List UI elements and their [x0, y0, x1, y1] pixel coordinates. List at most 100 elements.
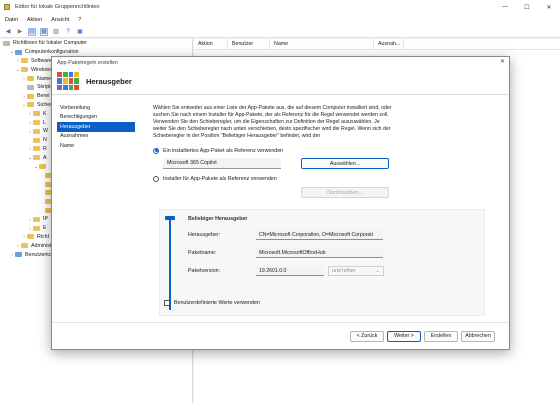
package-name-row: Paketname: Microsoft.MicrosoftOfficeHub: [188, 248, 383, 258]
tree-item-label: Software: [31, 57, 52, 64]
folder-icon: [27, 76, 34, 82]
dialog-header: Herausgeber: [52, 68, 509, 95]
column-aktion[interactable]: Aktion: [194, 38, 228, 50]
step-vorbereitung[interactable]: Vorbereitung: [57, 103, 135, 113]
export-list-icon[interactable]: ▥: [52, 28, 60, 36]
back-button[interactable]: < Zurück: [350, 330, 384, 342]
computer-icon: [15, 49, 22, 55]
tree-item-label: Windows: [31, 66, 53, 73]
menu-ansicht[interactable]: Ansicht: [51, 17, 69, 23]
back-arrow-icon[interactable]: ◀: [4, 28, 12, 36]
radio-installer-label: Installer für App-Pakete als Referenz ve…: [163, 175, 277, 182]
slider-fill: [169, 218, 171, 310]
wizard-icon: [57, 72, 79, 90]
close-icon[interactable]: ✕: [500, 58, 505, 65]
publisher-label: Herausgeber:: [188, 232, 221, 238]
folder-icon: [21, 58, 28, 64]
radio-installer[interactable]: Installer für App-Pakete als Referenz ve…: [153, 174, 497, 183]
select-button[interactable]: Auswählen...: [301, 158, 389, 169]
forward-arrow-icon[interactable]: ▶: [16, 28, 24, 36]
tree-item-label: Name: [37, 75, 52, 82]
tree-item-label: W: [43, 128, 48, 135]
cancel-button[interactable]: Abbrechen: [461, 330, 495, 342]
maximize-icon[interactable]: ☐: [516, 0, 538, 14]
folder-icon: [27, 93, 34, 99]
browse-button[interactable]: Durchsuchen...: [301, 187, 389, 198]
menu-help[interactable]: ?: [78, 17, 81, 23]
folder-icon: [33, 216, 40, 222]
next-button[interactable]: Weiter >: [387, 330, 421, 342]
tree-item-label: Richt: [37, 233, 50, 240]
publisher-field: CN=Microsoft Corporation, O=Microsoft Co…: [256, 230, 383, 240]
window-title: Editor für lokale Gruppenrichtlinien: [15, 4, 100, 10]
folder-icon: [27, 84, 34, 90]
step-berechtigungen[interactable]: Berechtigungen: [57, 113, 135, 123]
title-bar: Editor für lokale Gruppenrichtlinien — ☐…: [0, 0, 560, 14]
browse-row: Durchsuchen...: [301, 187, 497, 198]
dialog-footer: < Zurück Weiter > Erstellen Abbrechen: [52, 322, 509, 349]
tree-item-label: A: [43, 154, 47, 161]
slider-level-label: Beliebiger Herausgeber: [188, 216, 248, 222]
tree-item-label: K: [43, 110, 47, 117]
up-folder-icon[interactable]: ▤: [28, 27, 36, 36]
folder-icon: [27, 102, 34, 108]
custom-values-label: Benutzerdefinierte Werte verwenden: [174, 300, 260, 306]
tree-item-label: Sicher: [37, 101, 53, 108]
properties-icon[interactable]: ▣: [76, 28, 84, 36]
wizard-content: Wählen Sie entweder aus einer Liste der …: [153, 105, 497, 198]
folder-icon: [33, 225, 40, 231]
step-name[interactable]: Name: [57, 141, 135, 151]
custom-values-checkbox[interactable]: [164, 300, 170, 306]
folder-icon: [27, 234, 34, 240]
tree-item-label: Computerkonfiguration: [25, 49, 79, 56]
folder-icon: [21, 67, 28, 73]
package-name-label: Paketname:: [188, 250, 217, 256]
folder-icon: [33, 128, 40, 134]
dialog-title: App-Paketregeln erstellen: [57, 59, 118, 66]
tree-root[interactable]: Richtlinien für lokaler Computer: [0, 39, 192, 48]
tree-item-label: E: [43, 225, 47, 232]
tree-item-label: Administ: [31, 242, 52, 249]
step-herausgeber[interactable]: Herausgeber: [57, 122, 135, 132]
rule-wizard-dialog: App-Paketregeln erstellen ✕ Herausgeber …: [51, 56, 510, 350]
folder-icon: [33, 111, 40, 117]
menu-aktion[interactable]: Aktion: [27, 17, 42, 23]
list-header: Aktion Benutzer Name Ausnah...: [194, 38, 560, 50]
show-hide-tree-icon[interactable]: ▦: [40, 27, 48, 36]
tree-item-label: L: [43, 119, 46, 126]
radio-selected-icon[interactable]: [153, 147, 159, 154]
column-name[interactable]: Name: [270, 38, 374, 50]
minimize-icon[interactable]: —: [494, 0, 516, 14]
column-ausnahmen[interactable]: Ausnah...: [374, 38, 404, 50]
tree-item-label: IP: [43, 216, 49, 223]
column-benutzer[interactable]: Benutzer: [228, 38, 270, 50]
dialog-title-bar: App-Paketregeln erstellen ✕: [52, 57, 509, 68]
folder-icon: [33, 137, 40, 143]
tree-item-label: R: [43, 145, 47, 152]
package-version-label: Paketversion:: [188, 268, 221, 274]
folder-icon: [33, 155, 40, 161]
toolbar: ◀ ▶ ▤ ▦ ▥ ? ▣: [0, 26, 560, 38]
folder-icon: [39, 164, 46, 170]
custom-values-checkbox-row[interactable]: Benutzerdefinierte Werte verwenden: [164, 300, 260, 306]
chevron-down-icon: ⌄: [375, 268, 380, 274]
radio-unselected-icon[interactable]: [153, 175, 159, 182]
close-icon[interactable]: ✕: [538, 0, 560, 14]
publisher-row: Herausgeber: CN=Microsoft Corporation, O…: [188, 230, 383, 240]
version-operator-value: und höher: [332, 268, 356, 274]
menu-bar: Datei Aktion Ansicht ?: [0, 14, 560, 26]
help-icon[interactable]: ?: [64, 28, 72, 36]
dialog-heading: Herausgeber: [86, 76, 132, 86]
folder-icon: [33, 146, 40, 152]
slider-thumb[interactable]: [165, 216, 175, 220]
folder-icon: [33, 120, 40, 126]
menu-datei[interactable]: Datei: [5, 17, 18, 23]
description-text: Wählen Sie entweder aus einer Liste der …: [153, 105, 392, 139]
tree-item-label: Skript: [37, 84, 51, 91]
step-ausnahmen[interactable]: Ausnahmen: [57, 132, 135, 142]
version-operator-select[interactable]: und höher ⌄: [328, 266, 384, 276]
wizard-steps: Vorbereitung Berechtigungen Herausgeber …: [57, 103, 135, 151]
create-button[interactable]: Erstellen: [424, 330, 458, 342]
radio-installed-package[interactable]: Ein installiertes App-Paket als Referenz…: [153, 146, 497, 155]
app-icon: [4, 4, 10, 10]
